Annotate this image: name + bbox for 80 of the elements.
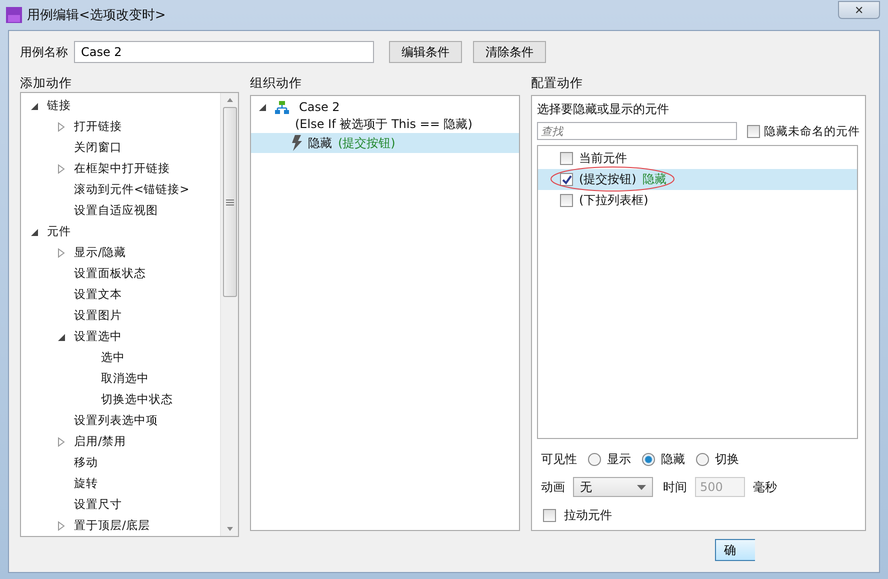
tree-item[interactable]: 设置列表选中项: [74, 413, 158, 428]
tree-item[interactable]: 打开链接: [74, 119, 122, 134]
tree-item[interactable]: 滚动到元件<锚链接>: [74, 182, 190, 197]
case-name-label: 用例名称: [20, 44, 68, 60]
action-verb: 隐藏: [308, 134, 332, 152]
case-name[interactable]: Case 2: [299, 100, 340, 114]
checkbox[interactable]: [560, 152, 573, 165]
condition-button[interactable]: 编辑条件: [389, 41, 462, 63]
action-row[interactable]: 隐藏 (提交按钮): [251, 133, 519, 153]
widget-name: 当前元件: [579, 150, 627, 167]
close-button[interactable]: ✕: [838, 1, 880, 19]
caret-icon: [637, 484, 646, 490]
checkbox[interactable]: [560, 194, 573, 207]
collapse-icon[interactable]: [29, 226, 39, 236]
condition-button[interactable]: 清除条件: [473, 41, 546, 63]
scroll-up-icon[interactable]: [226, 98, 234, 102]
window-title: 用例编辑<选项改变时>: [27, 7, 166, 24]
radio-label: 隐藏: [661, 450, 685, 468]
expand-icon[interactable]: [56, 122, 66, 132]
section-heading: 组织动作: [250, 75, 303, 92]
radio-button[interactable]: [642, 452, 655, 466]
animation-label: 动画: [541, 478, 565, 496]
hierarchy-icon: [275, 100, 289, 114]
collapse-icon[interactable]: [29, 100, 39, 110]
expand-icon[interactable]: [56, 164, 66, 174]
checkbox[interactable]: [560, 173, 573, 186]
tree-item[interactable]: 取消选中: [101, 371, 149, 386]
widget-row[interactable]: (下拉列表框): [538, 190, 857, 211]
tree-item[interactable]: 切换选中状态: [101, 392, 173, 407]
tree-item[interactable]: 关闭窗口: [74, 140, 122, 155]
radio-button[interactable]: [588, 452, 601, 466]
tree-item[interactable]: 在框架中打开链接: [74, 161, 170, 176]
widget-name: (下拉列表框): [579, 192, 648, 209]
duration-unit: 毫秒: [753, 478, 777, 496]
visibility-label: 可见性: [541, 450, 577, 468]
grip-icon: [226, 198, 234, 206]
ok-button[interactable]: 确: [715, 539, 755, 561]
expand-icon[interactable]: [56, 248, 66, 258]
widget-row[interactable]: 当前元件: [538, 148, 857, 169]
tree-item[interactable]: 设置图片: [74, 308, 122, 323]
tree-item[interactable]: 启用/禁用: [74, 434, 126, 449]
tree-item[interactable]: 显示/隐藏: [74, 245, 126, 260]
lightning-icon: [291, 135, 302, 151]
checkbox-label: 隐藏未命名的元件: [764, 124, 860, 138]
app-icon: [6, 7, 22, 23]
action-target: (提交按钮): [338, 134, 396, 152]
widget-row[interactable]: (提交按钮) 隐藏: [538, 169, 857, 190]
tree-item[interactable]: 设置选中: [74, 329, 122, 344]
checkbox[interactable]: [747, 124, 760, 138]
tree-item[interactable]: 移动: [74, 455, 98, 470]
radio-label: 显示: [607, 450, 631, 468]
checkbox[interactable]: [543, 509, 556, 522]
tree-item[interactable]: 选中: [101, 350, 125, 365]
search-field[interactable]: 查找: [537, 122, 737, 140]
animation-dropdown[interactable]: 无: [573, 477, 653, 497]
tree-item[interactable]: 置于顶层/底层: [74, 518, 150, 533]
radio-label: 切换: [715, 450, 739, 468]
tree-item[interactable]: 元件: [47, 224, 71, 239]
collapse-icon[interactable]: [56, 332, 66, 342]
case-condition: (Else If 被选项于 This == 隐藏): [294, 116, 474, 133]
expand-icon[interactable]: [56, 520, 66, 530]
widget-name: (提交按钮): [579, 171, 636, 188]
tree-item[interactable]: 旋转: [74, 476, 98, 491]
section-heading: 配置动作: [531, 75, 584, 92]
widget-prompt: 选择要隐藏或显示的元件: [537, 101, 670, 118]
collapse-icon[interactable]: [257, 102, 267, 112]
tree-item[interactable]: 设置自适应视图: [74, 203, 158, 218]
scrollbar[interactable]: [220, 93, 238, 536]
section-heading: 添加动作: [20, 75, 73, 92]
tree-item[interactable]: 设置尺寸: [74, 497, 122, 512]
tree-item[interactable]: 链接: [47, 98, 71, 113]
duration-label: 时间: [663, 478, 687, 496]
widget-status: 隐藏: [642, 171, 666, 188]
scroll-down-icon[interactable]: [226, 527, 234, 531]
case-name-field[interactable]: Case 2: [74, 41, 374, 63]
radio-button[interactable]: [696, 452, 709, 466]
tree-item[interactable]: 设置面板状态: [74, 266, 146, 281]
tree-item[interactable]: 设置文本: [74, 287, 122, 302]
expand-icon[interactable]: [56, 436, 66, 446]
checkbox-label: 拉动元件: [564, 507, 612, 524]
